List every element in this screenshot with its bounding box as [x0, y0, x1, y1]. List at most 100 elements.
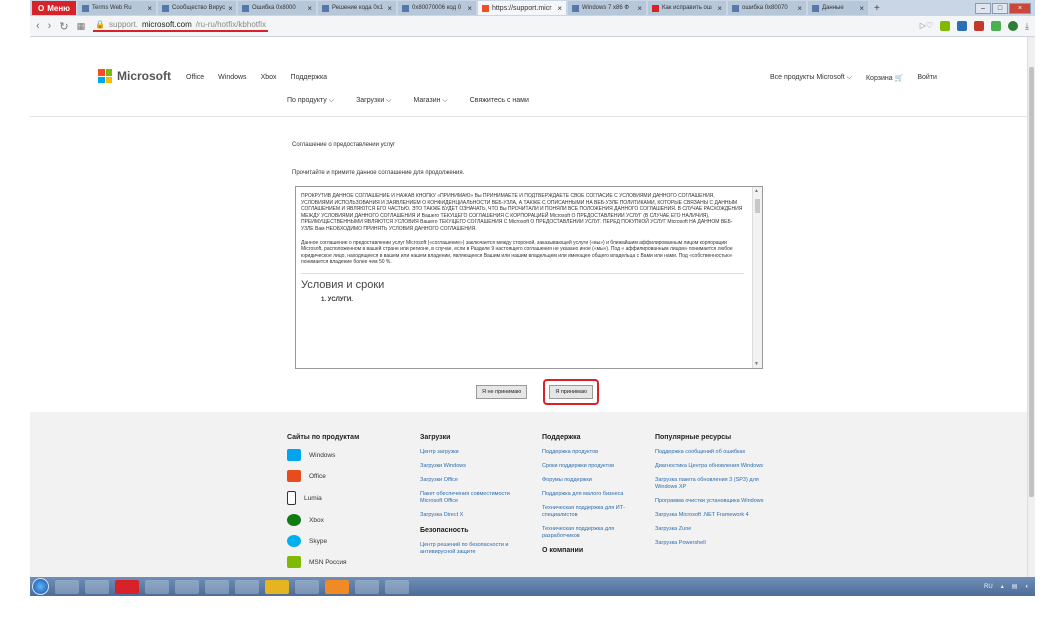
close-tab-icon[interactable]: × — [387, 4, 392, 13]
cart-link[interactable]: Корзина 🛒 — [866, 74, 903, 82]
close-tab-icon[interactable]: × — [637, 4, 642, 13]
taskbar-app-icon[interactable] — [325, 579, 349, 594]
footer-link[interactable]: Поддержка сообщений об ошибках — [655, 449, 775, 456]
footer-link[interactable]: Загрузка Microsoft .NET Framework 4 — [655, 512, 775, 519]
footer-link[interactable]: Техническая поддержка для разработчиков — [542, 526, 642, 540]
bookmark-heart-icon[interactable]: ▷♡ — [920, 21, 933, 31]
footer-link[interactable]: Техническая поддержка для ИТ-специалисто… — [542, 505, 642, 519]
footer-link[interactable]: Загрузка пакета обновления 3 (SP3) для W… — [655, 477, 775, 491]
scroll-down-icon[interactable]: ▼ — [754, 361, 759, 367]
close-tab-icon[interactable]: × — [797, 4, 802, 13]
tray-expand-icon[interactable]: ▴ — [1001, 583, 1004, 590]
browser-menu-button[interactable]: O Меню — [32, 1, 77, 15]
footer-link[interactable]: Загрузка Direct X — [420, 512, 530, 519]
browser-tab[interactable]: Terms Web Ru × — [78, 1, 157, 15]
nav-xbox[interactable]: Xbox — [261, 74, 277, 81]
subnav-by-product[interactable]: По продукту ⌵ — [287, 97, 334, 105]
close-tab-icon[interactable]: × — [717, 4, 722, 13]
window-close-icon[interactable]: × — [1009, 2, 1031, 14]
extension-icon[interactable] — [957, 21, 968, 31]
footer-link[interactable]: Центр загрузки — [420, 449, 530, 456]
close-tab-icon[interactable]: × — [557, 4, 562, 13]
page-scrollbar-thumb[interactable] — [1029, 67, 1034, 497]
browser-tab[interactable]: Windows 7 x86 Ф × — [568, 1, 647, 15]
scroll-up-icon[interactable]: ▲ — [754, 188, 759, 194]
start-button[interactable] — [32, 578, 49, 595]
reload-icon[interactable]: ↻ — [59, 20, 68, 33]
taskbar-app-icon[interactable] — [265, 579, 289, 594]
close-tab-icon[interactable]: × — [228, 4, 233, 13]
agreement-textbox[interactable]: ПРОКРУТИВ ДАННОЕ СОГЛАШЕНИЕ И НАЖАВ КНОП… — [295, 186, 763, 369]
extension-icon[interactable] — [991, 21, 1002, 31]
footer-link[interactable]: Загрузки Windows — [420, 463, 530, 470]
browser-tab-active[interactable]: https://support.micr × — [478, 1, 567, 15]
subnav-downloads[interactable]: Загрузки ⌵ — [356, 97, 391, 105]
decline-button[interactable]: Я не принимаю — [476, 385, 528, 399]
page-scrollbar[interactable] — [1027, 37, 1035, 577]
nav-office[interactable]: Office — [186, 74, 204, 81]
maximize-icon[interactable]: □ — [992, 2, 1008, 14]
nav-windows[interactable]: Windows — [218, 74, 246, 81]
footer-link[interactable]: Сроки поддержки продуктов — [542, 463, 642, 470]
product-link-xbox[interactable]: Xbox — [287, 514, 359, 526]
browser-tab[interactable]: Данные × — [808, 1, 869, 15]
url-field[interactable]: 🔒 support. microsoft.com/ru-ru/hotfix/kbh… — [93, 20, 268, 32]
close-tab-icon[interactable]: × — [467, 4, 472, 13]
accept-button[interactable]: Я принимаю — [549, 385, 593, 399]
browser-tab[interactable]: ошибка 0x80070 × — [728, 1, 807, 15]
microsoft-logo[interactable]: Microsoft — [98, 69, 171, 83]
footer-link[interactable]: Форумы поддержки — [542, 477, 642, 484]
browser-tab[interactable]: 0x80070006 код 0 × — [398, 1, 477, 15]
browser-tab[interactable]: Как исправить ош × — [648, 1, 727, 15]
taskbar-app-icon[interactable] — [235, 579, 259, 594]
product-link-skype[interactable]: Skype — [287, 535, 359, 547]
close-tab-icon[interactable]: × — [859, 4, 864, 13]
opera-taskbar-icon[interactable] — [115, 579, 139, 594]
footer-link[interactable]: Пакет обеспечения совместимости Microsof… — [420, 491, 530, 505]
scrollbar-thumb[interactable] — [755, 199, 760, 213]
sign-in-link[interactable]: Войти — [917, 74, 937, 82]
browser-tab[interactable]: Сообщество Вирус × — [158, 1, 237, 15]
subnav-store[interactable]: Магазин ⌵ — [413, 97, 447, 105]
footer-link[interactable]: Поддержка продуктов — [542, 449, 642, 456]
product-link-windows[interactable]: Windows — [287, 449, 359, 461]
taskbar-app-icon[interactable] — [85, 579, 109, 594]
download-icon[interactable]: ⤓ — [1025, 21, 1029, 31]
taskbar-app-icon[interactable] — [355, 579, 379, 594]
subnav-contact[interactable]: Свяжитесь с нами — [470, 97, 529, 105]
footer-link[interactable]: Центр решений по безопасности и антивиру… — [420, 542, 530, 556]
nav-support[interactable]: Поддержка — [291, 74, 328, 81]
footer-link[interactable]: Загрузка Powershell — [655, 540, 775, 547]
footer-link[interactable]: Загрузка Zune — [655, 526, 775, 533]
shield-icon[interactable] — [974, 21, 985, 31]
language-indicator[interactable]: RU — [984, 584, 993, 590]
all-products-menu[interactable]: Все продукты Microsoft ⌵ — [770, 74, 852, 82]
new-tab-icon[interactable]: + — [874, 3, 880, 14]
browser-tab[interactable]: Ошибка 0x8000 × — [238, 1, 317, 15]
speed-dial-icon[interactable]: ▦ — [77, 21, 86, 32]
browser-tab[interactable]: Решение кода 0x1 × — [318, 1, 397, 15]
product-link-msn[interactable]: MSN Россия — [287, 556, 359, 568]
product-link-office[interactable]: Office — [287, 470, 359, 482]
footer-link[interactable]: Загрузки Office — [420, 477, 530, 484]
taskbar-app-icon[interactable] — [55, 579, 79, 594]
taskbar-app-icon[interactable] — [175, 579, 199, 594]
back-icon[interactable]: ‹ — [36, 20, 40, 32]
network-icon[interactable]: ▤ — [1012, 583, 1018, 590]
taskbar-app-icon[interactable] — [205, 579, 229, 594]
taskbar-app-icon[interactable] — [385, 579, 409, 594]
footer-link[interactable]: Диагностика Центра обновления Windows — [655, 463, 775, 470]
footer-link[interactable]: Программа очистки установщика Windows — [655, 498, 775, 505]
taskbar-app-icon[interactable] — [295, 579, 319, 594]
close-tab-icon[interactable]: × — [307, 4, 312, 13]
product-link-lumia[interactable]: Lumia — [287, 491, 359, 505]
extension-icon[interactable] — [1008, 21, 1019, 31]
minimize-icon[interactable]: – — [975, 2, 991, 14]
forward-icon[interactable]: › — [48, 20, 52, 32]
agreement-scrollbar[interactable]: ▲ ▼ — [752, 187, 762, 368]
footer-link[interactable]: Поддержка для малого бизнеса — [542, 491, 642, 498]
close-tab-icon[interactable]: × — [147, 4, 152, 13]
taskbar-app-icon[interactable] — [145, 579, 169, 594]
volume-icon[interactable]: ◐ — [1025, 584, 1029, 590]
extension-icon[interactable] — [940, 21, 951, 31]
